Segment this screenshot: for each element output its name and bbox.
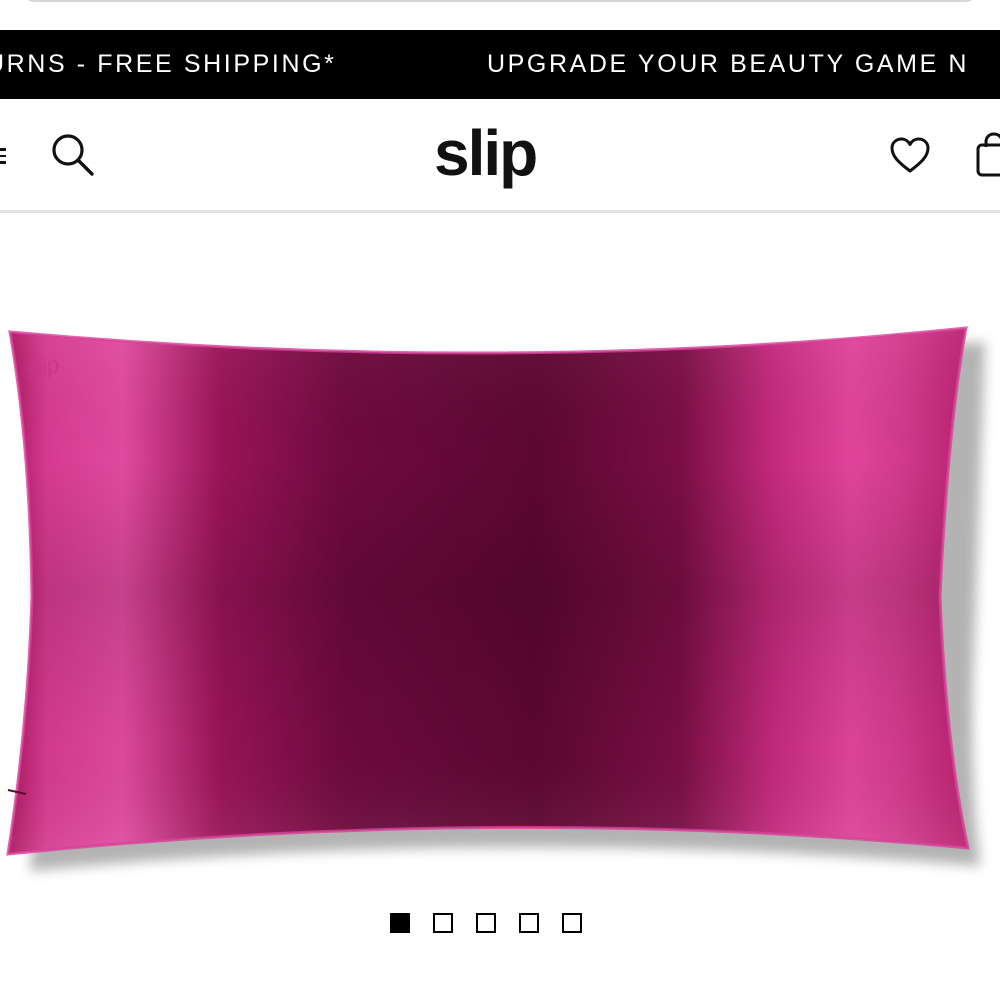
carousel-dot-5[interactable] (562, 913, 582, 933)
product-gallery[interactable]: slip (0, 216, 1000, 1000)
search-icon (52, 134, 94, 176)
menu-icon[interactable] (0, 148, 6, 164)
bag-icon (976, 132, 1000, 177)
search-button[interactable] (48, 131, 98, 179)
carousel-dot-4[interactable] (519, 913, 539, 933)
carousel-dot-1[interactable] (390, 913, 410, 933)
site-logo[interactable]: slip (434, 121, 538, 185)
heart-icon (890, 137, 930, 173)
announcement-text-2: UPGRADE YOUR BEAUTY GAME N (487, 50, 970, 78)
product-page: URNS - FREE SHIPPING* UPGRADE YOUR BEAUT… (0, 0, 1000, 1000)
carousel-pagination (390, 913, 582, 933)
carousel-dot-2[interactable] (433, 913, 453, 933)
carousel-dot-3[interactable] (476, 913, 496, 933)
bag-button[interactable] (974, 131, 1000, 181)
announcement-text-1: URNS - FREE SHIPPING* (0, 50, 337, 78)
product-image[interactable]: slip (0, 306, 1000, 886)
address-bar-edge (24, 0, 976, 2)
wishlist-button[interactable] (888, 135, 932, 175)
announcement-bar[interactable]: URNS - FREE SHIPPING* UPGRADE YOUR BEAUT… (0, 30, 1000, 99)
browser-top-strip (0, 0, 1000, 30)
site-header: slip (0, 99, 1000, 213)
